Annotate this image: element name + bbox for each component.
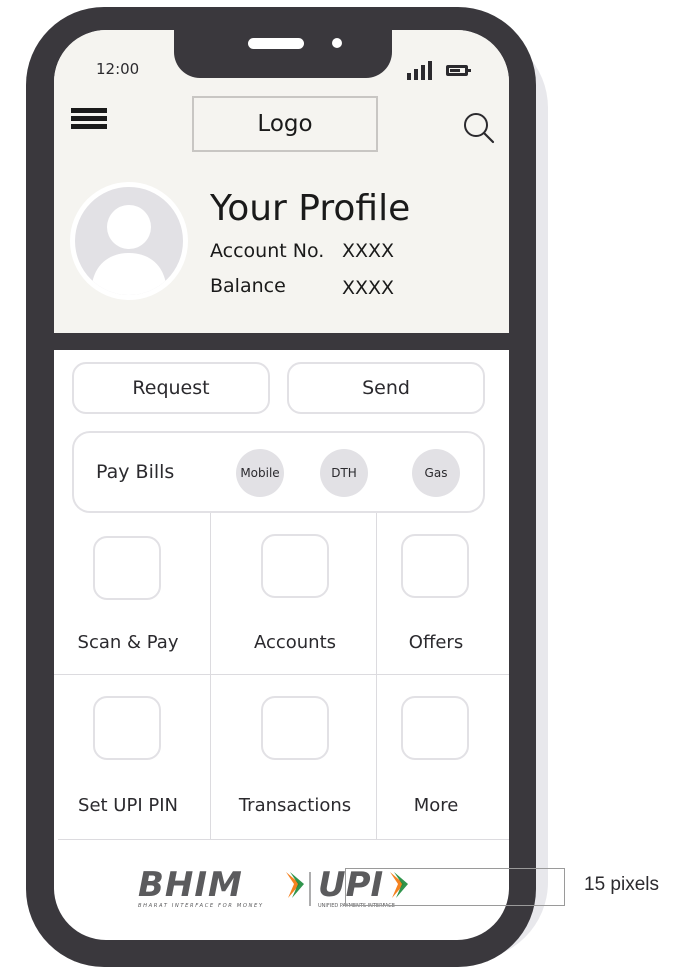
measurement-annotation-box (345, 868, 565, 906)
set-upi-pin-icon (93, 696, 161, 760)
signal-icon (407, 60, 433, 80)
more-icon (401, 696, 469, 760)
tile-label: Transactions (238, 795, 352, 816)
grid-divider (58, 839, 509, 840)
tile-scan-and-pay[interactable]: Scan & Pay (54, 513, 210, 674)
send-button[interactable]: Send (287, 362, 485, 414)
account-number-value: XXXX (342, 240, 395, 262)
bill-chip-dth[interactable]: DTH (320, 449, 368, 497)
request-button[interactable]: Request (72, 362, 270, 414)
pay-bills-label: Pay Bills (96, 461, 175, 483)
tile-label: Set UPI PIN (78, 795, 178, 816)
battery-icon (446, 65, 471, 76)
bhim-tagline: BHARAT INTERFACE FOR MONEY (138, 903, 264, 909)
search-icon[interactable] (463, 112, 495, 144)
status-time: 12:00 (96, 60, 140, 78)
tile-label: More (413, 795, 459, 816)
offers-icon (401, 534, 469, 598)
account-number-label: Account No. (210, 240, 325, 262)
transactions-icon (261, 696, 329, 760)
bill-chip-mobile[interactable]: Mobile (236, 449, 284, 497)
bill-chip-gas[interactable]: Gas (412, 449, 460, 497)
speaker-grille (248, 38, 304, 49)
tile-transactions[interactable]: Transactions (210, 674, 376, 839)
app-logo: Logo (192, 96, 378, 152)
phone-screen: 12:00 Logo Your Profile Account No. XXXX… (54, 30, 509, 940)
avatar[interactable] (70, 182, 188, 300)
tile-accounts[interactable]: Accounts (210, 513, 376, 674)
bhim-wordmark: BHIM (138, 868, 243, 905)
tile-more[interactable]: More (376, 674, 509, 839)
tile-label: Scan & Pay (77, 632, 179, 653)
profile-title: Your Profile (210, 188, 411, 229)
tile-label: Accounts (253, 632, 337, 653)
scan-and-pay-icon (93, 536, 161, 600)
balance-value: XXXX (342, 277, 395, 299)
tile-offers[interactable]: Offers (376, 513, 509, 674)
measurement-annotation-label: 15 pixels (584, 874, 659, 895)
hamburger-menu-icon[interactable] (71, 108, 107, 130)
pay-bills-card: Pay Bills Mobile DTH Gas (72, 431, 485, 513)
user-silhouette-icon (91, 205, 167, 295)
tile-label: Offers (408, 632, 464, 653)
section-divider (54, 333, 509, 350)
accounts-icon (261, 534, 329, 598)
tile-set-upi-pin[interactable]: Set UPI PIN (54, 674, 210, 839)
balance-label: Balance (210, 275, 286, 297)
front-camera (332, 38, 342, 48)
